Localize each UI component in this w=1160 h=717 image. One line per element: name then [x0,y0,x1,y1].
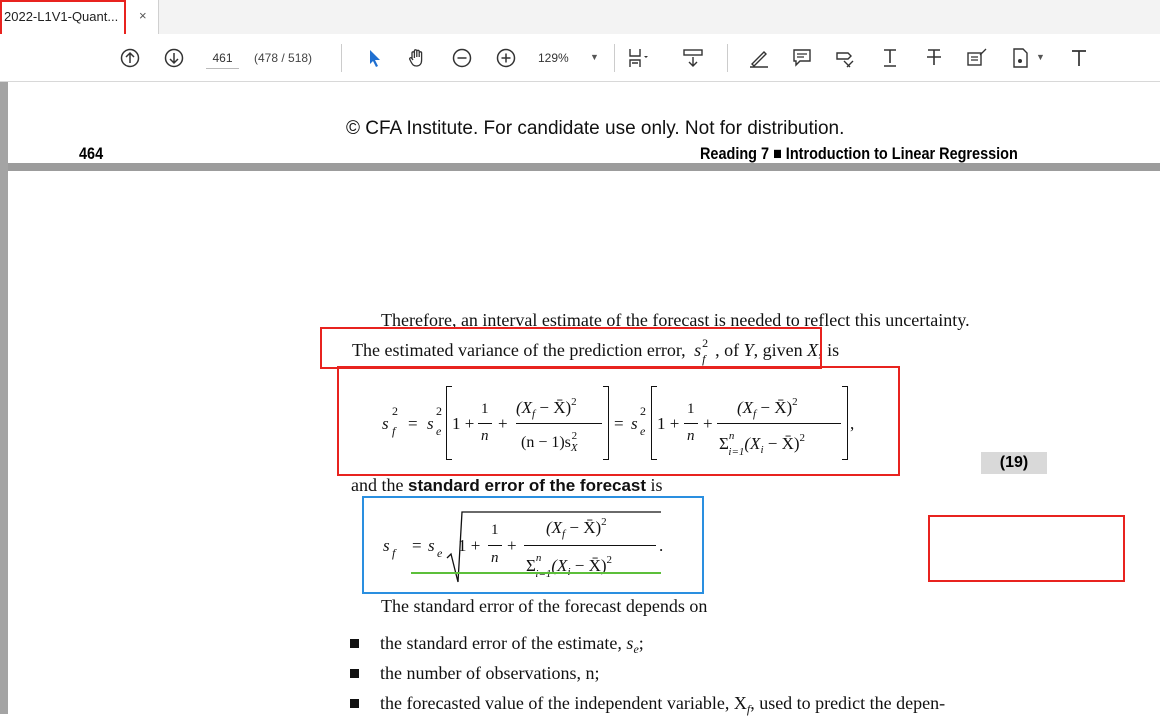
fill-sign-icon[interactable] [834,47,856,69]
zoom-in-icon[interactable] [495,47,517,69]
zoom-out-icon[interactable] [451,47,473,69]
list-item-forecasted-value: the forecasted value of the independent … [380,693,945,717]
term-standard-error-forecast: standard error of the forecast [407,476,647,495]
annotation-box-variance-text [320,327,822,369]
equation-number: (19) [981,452,1047,474]
chevron-down-icon[interactable]: ▼ [1036,52,1045,62]
separator [341,44,342,72]
text-fragment: ; [638,633,644,653]
standard-error-estimate-link[interactable]: standard error of the estimate [407,633,618,653]
add-text-icon[interactable] [1068,47,1090,69]
text-fragment: and the [351,475,404,495]
scroll-mode-icon[interactable] [682,47,704,69]
text-fragment: the [380,633,402,653]
tab-bar: 2022-L1V1-Quant... × [0,0,1160,35]
text-box-icon[interactable] [966,47,988,69]
page-display-icon[interactable] [628,47,650,69]
highlight-icon[interactable] [748,47,770,69]
page-count: (478 / 518) [254,51,313,65]
bullet-marker [350,699,359,708]
running-head: Reading 7 ■ Introduction to Linear Regre… [700,144,1018,163]
text-strikethrough-icon[interactable] [923,47,945,69]
text-underline-icon[interactable] [879,47,901,69]
text-fragment: , s [617,633,634,653]
link-underline [411,572,661,574]
page-number: 464 [79,144,104,163]
annotation-box-equation-number [928,515,1125,582]
annotation-box-variance-equation [337,366,900,476]
bullet-marker [350,669,359,678]
bullet-marker [350,639,359,648]
separator [614,44,615,72]
left-scroll-edge [0,82,8,714]
text-fragment: is [650,475,663,495]
text-fragment: , used to predict the depen- [750,693,946,713]
close-icon[interactable]: × [139,8,147,23]
hand-tool-icon[interactable] [406,47,428,69]
text-fragment: the forecasted value of the independent … [380,693,747,713]
next-page-icon[interactable] [163,47,185,69]
page-separator [8,163,1160,171]
copyright-notice: © CFA Institute. For candidate use only.… [346,118,845,139]
paragraph-depends-on: The standard error of the forecast depen… [381,596,708,616]
stamp-page-icon[interactable] [1010,47,1032,69]
zoom-select[interactable]: 129% [538,51,569,65]
comment-icon[interactable] [791,47,813,69]
toolbar: 461 (478 / 518) 129% ▼ ▼ [0,34,1160,82]
previous-page-icon[interactable] [119,47,141,69]
chevron-down-icon[interactable]: ▼ [590,52,599,62]
list-item-standard-error-estimate: the standard error of the estimate, se; [380,633,644,657]
page-number-input[interactable]: 461 [206,48,239,69]
separator [727,44,728,72]
paragraph-standard-error: and the standard error of the forecast i… [351,475,663,496]
select-tool-icon[interactable] [364,47,386,69]
annotation-box-standard-error-equation [362,496,704,594]
list-item-observations: the number of observations, n; [380,663,600,683]
